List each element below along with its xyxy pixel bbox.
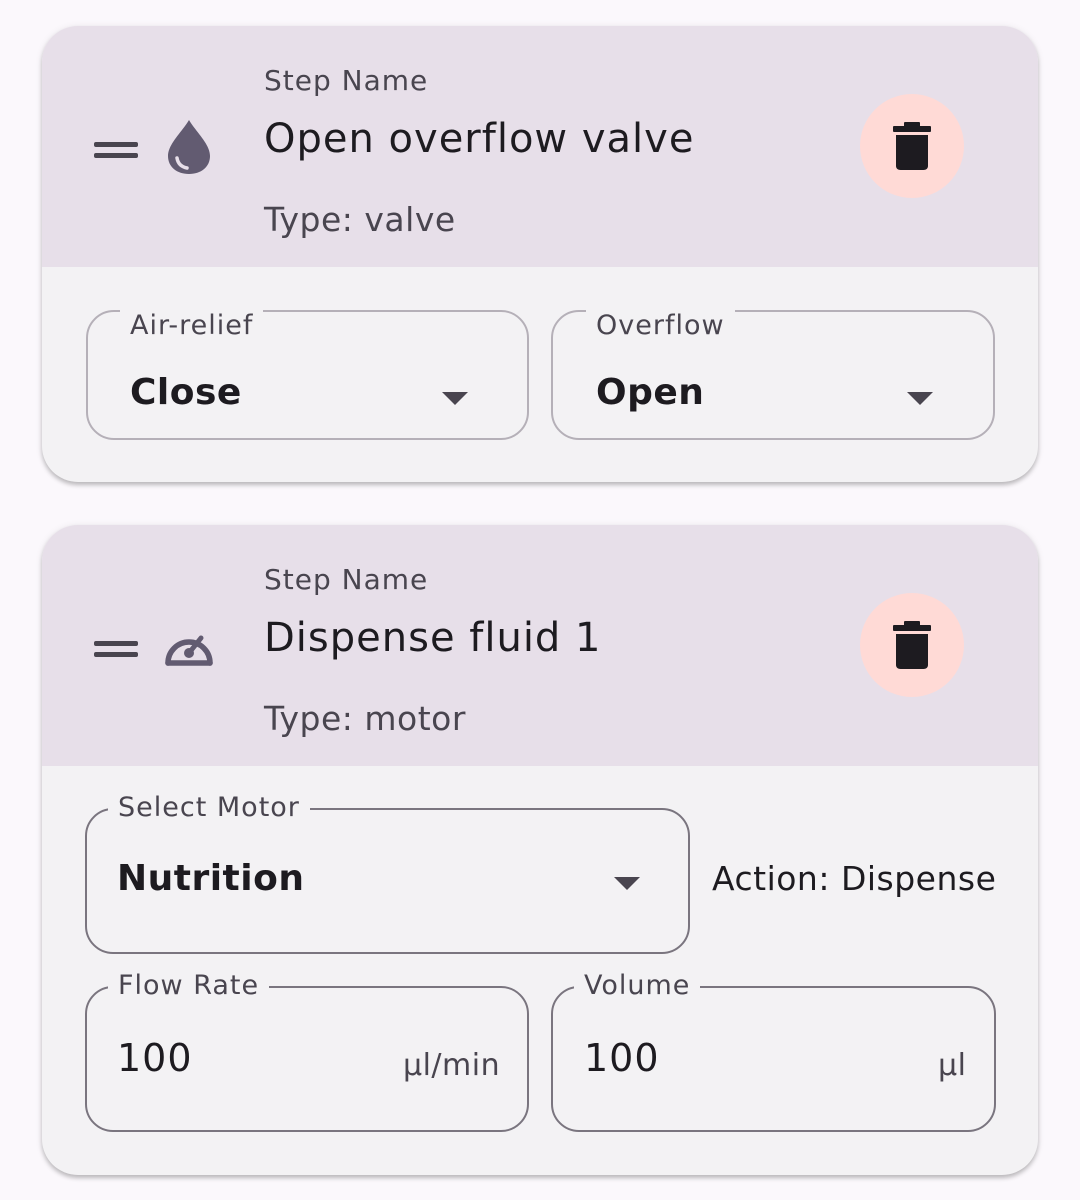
step-name-label: Step Name [264,64,429,97]
step-card-1: Step Name Open overflow valve Type: valv… [42,26,1038,482]
chevron-down-icon [442,392,468,405]
select-motor-value: Nutrition [117,858,305,899]
delete-step-button[interactable] [860,593,964,697]
air-relief-label: Air-relief [120,310,264,342]
flow-rate-unit: µl/min [403,1048,501,1083]
air-relief-value: Close [130,372,242,413]
volume-label: Volume [574,970,701,1002]
action-text: Action: Dispense [712,859,997,898]
step-name-label: Step Name [264,563,429,596]
delete-step-button[interactable] [860,94,964,198]
volume-input[interactable]: Volume 100 µl [551,970,996,1132]
air-relief-select[interactable]: Air-relief Close [86,310,529,440]
chevron-down-icon [907,392,933,405]
drag-handle-icon[interactable] [94,637,138,659]
select-motor-dropdown[interactable]: Select Motor Nutrition [85,792,690,954]
drag-handle-icon[interactable] [94,138,138,160]
flow-rate-label: Flow Rate [108,970,270,1002]
step-card-2: Step Name Dispense fluid 1 Type: motor S… [42,525,1038,1175]
step-name-value[interactable]: Dispense fluid 1 [264,615,601,661]
flow-rate-input[interactable]: Flow Rate 100 µl/min [85,970,529,1132]
overflow-label: Overflow [586,310,735,342]
chevron-down-icon [614,877,640,890]
step-type-text: Type: motor [264,699,466,738]
speedometer-icon [165,635,213,666]
overflow-select[interactable]: Overflow Open [551,310,995,440]
step-type-text: Type: valve [264,200,456,239]
trash-icon [893,621,931,669]
overflow-value: Open [596,372,705,413]
trash-icon [893,122,931,170]
step-card-header: Step Name Open overflow valve Type: valv… [42,26,1038,267]
volume-value: 100 [584,1036,660,1080]
water-drop-icon [168,120,210,174]
step-card-header: Step Name Dispense fluid 1 Type: motor [42,525,1038,766]
flow-rate-value: 100 [117,1036,193,1080]
select-motor-label: Select Motor [108,792,310,824]
step-name-value[interactable]: Open overflow valve [264,116,694,162]
volume-unit: µl [938,1048,967,1083]
